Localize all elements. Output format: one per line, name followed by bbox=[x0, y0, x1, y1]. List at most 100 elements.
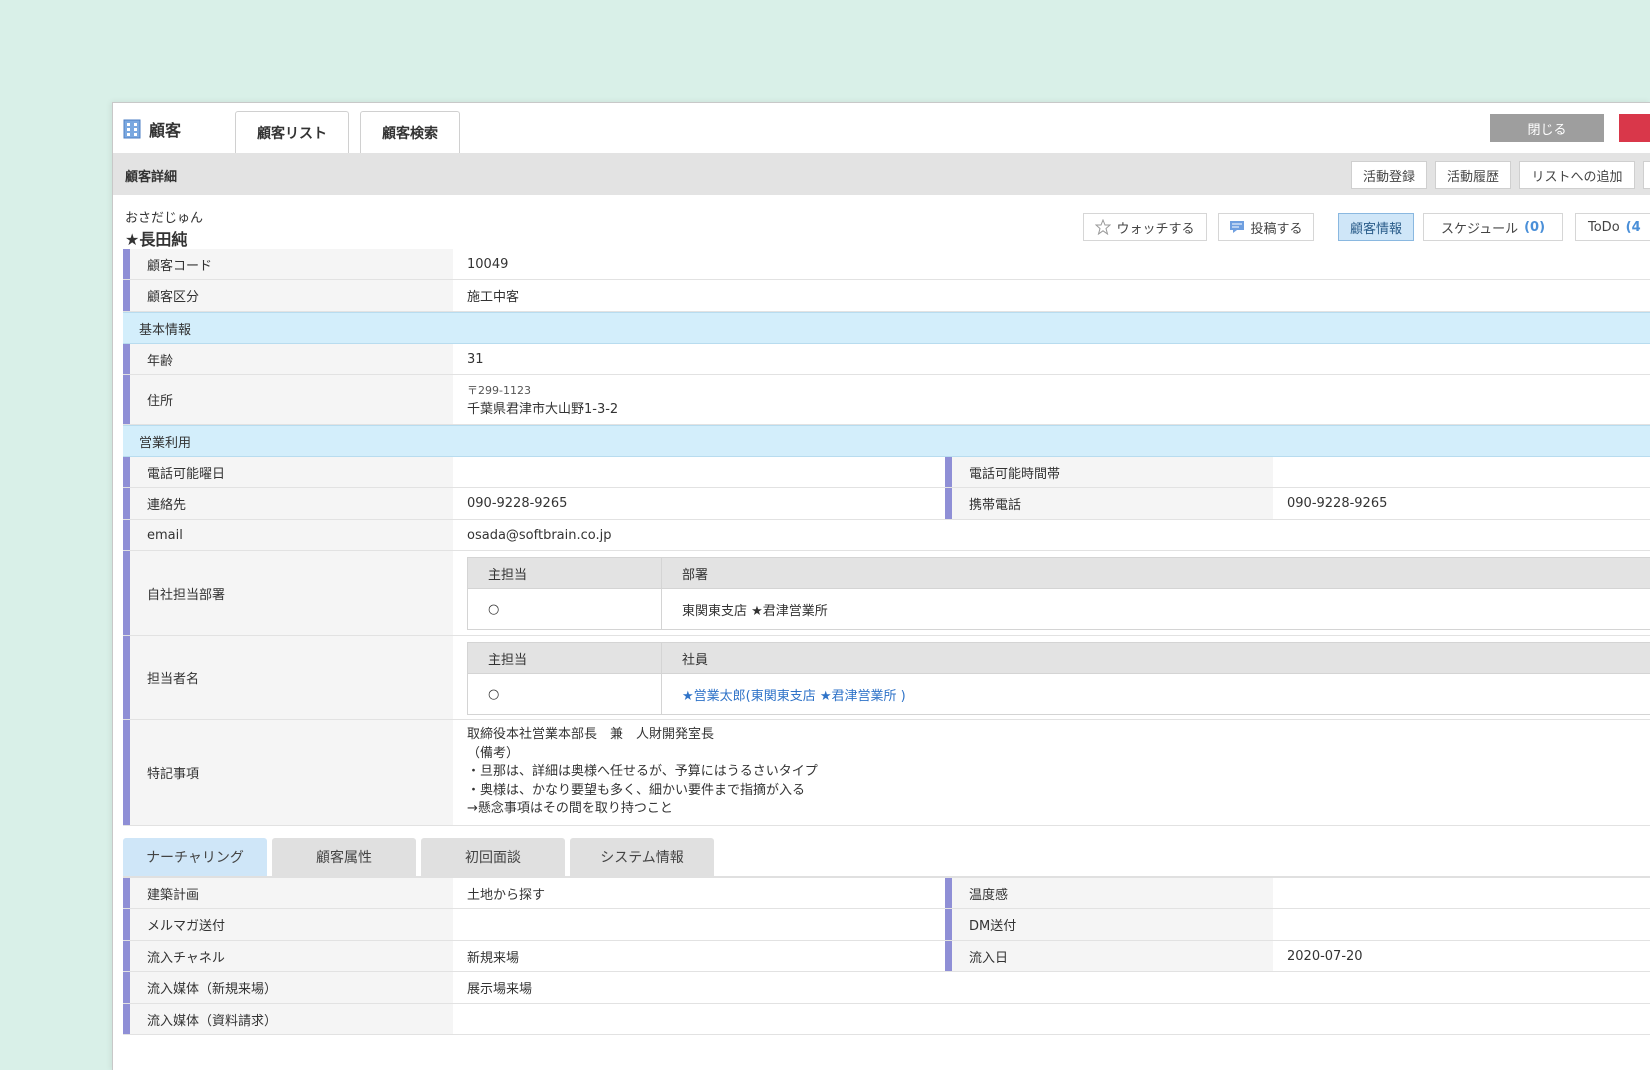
field-label: 担当者名 bbox=[123, 636, 453, 719]
subtable-header-cell: 主担当 bbox=[468, 558, 662, 588]
zip-code: 〒299-1123 bbox=[467, 384, 531, 397]
customer-code-value: 10049 bbox=[467, 256, 509, 272]
field-label: 年齢 bbox=[123, 344, 453, 374]
field-label: 連絡先 bbox=[123, 488, 453, 519]
table-row: メルマガ送付 DM送付 bbox=[123, 909, 1650, 941]
table-row: email osada@softbrain.co.jp bbox=[123, 520, 1650, 551]
tab-system-info[interactable]: システム情報 bbox=[570, 838, 714, 876]
address-text: 千葉県君津市大山野1-3-2 bbox=[467, 402, 619, 417]
star-icon bbox=[1095, 219, 1112, 235]
tab-first-meeting[interactable]: 初回面談 bbox=[421, 838, 565, 876]
field-label: 電話可能曜日 bbox=[123, 457, 453, 487]
post-button[interactable]: 投稿する bbox=[1218, 213, 1314, 241]
add-to-list-button[interactable]: リストへの追加 bbox=[1519, 161, 1635, 189]
watch-button[interactable]: ウォッチする bbox=[1083, 213, 1207, 241]
table-row: 電話可能曜日 電話可能時間帯 bbox=[123, 457, 1650, 488]
customer-info-button[interactable]: 顧客情報 bbox=[1338, 213, 1414, 241]
field-label: DM送付 bbox=[945, 909, 1273, 940]
field-label: 流入媒体（新規来場） bbox=[123, 972, 453, 1003]
call-time-value bbox=[1273, 457, 1650, 487]
field-label: email bbox=[123, 520, 453, 550]
subtable-header-cell: 社員 bbox=[682, 652, 709, 668]
field-label: 電話可能時間帯 bbox=[945, 457, 1273, 487]
schedule-count: (0) bbox=[1524, 219, 1546, 235]
building-icon bbox=[123, 119, 141, 139]
notes-line: →懸念事項はその間を取り持つこと bbox=[467, 801, 673, 817]
table-row: 年齢 31 bbox=[123, 344, 1650, 375]
field-label: 顧客コード bbox=[123, 249, 453, 279]
todo-count: (4 bbox=[1625, 219, 1641, 235]
table-row: 担当者名 主担当 社員 ○ ★営業太郎(東関東支店 ★君津営業所 ) bbox=[123, 636, 1650, 720]
email-value: osada@softbrain.co.jp bbox=[467, 527, 612, 543]
table-row: 特記事項 取締役本社営業本部長 兼 人財開発室長 （備考） ・旦那は、詳細は奥様… bbox=[123, 720, 1650, 826]
table-row: 自社担当部署 主担当 部署 ○ 東関東支店 ★君津営業所 bbox=[123, 551, 1650, 636]
app-title: 顧客 bbox=[123, 117, 181, 141]
notes-line: ・旦那は、詳細は奥様へ任せるが、予算にはうるさいタイプ bbox=[467, 764, 818, 780]
table-row: 住所 〒299-1123 千葉県君津市大山野1-3-2 bbox=[123, 375, 1650, 425]
post-label: 投稿する bbox=[1250, 221, 1303, 237]
age-value: 31 bbox=[467, 351, 484, 367]
temp-value bbox=[1273, 878, 1650, 908]
tab-customer-search[interactable]: 顧客検索 bbox=[360, 111, 460, 153]
customer-window: 顧客 顧客リスト 顧客検索 閉じる 顧客詳細 活動登録 活動履歴 リストへの追加… bbox=[112, 102, 1650, 1070]
dept-main-flag: ○ bbox=[468, 589, 662, 629]
table-row: 流入媒体（資料請求） bbox=[123, 1004, 1650, 1035]
mobile-value: 090-9228-9265 bbox=[1287, 496, 1388, 511]
customer-name: ★長田純 bbox=[125, 230, 188, 249]
department-subtable: 主担当 部署 ○ 東関東支店 ★君津営業所 bbox=[467, 557, 1650, 630]
customer-type-value: 施工中客 bbox=[467, 290, 520, 305]
app-title-text: 顧客 bbox=[149, 121, 182, 140]
table-row: 顧客区分 施工中客 bbox=[123, 280, 1650, 312]
notes-value: 取締役本社営業本部長 兼 人財開発室長 （備考） ・旦那は、詳細は奥様へ任せるが… bbox=[453, 720, 1650, 825]
date-value: 2020-07-20 bbox=[1287, 948, 1363, 964]
notes-line: ・奥様は、かなり要望も多く、細かい要件まで指摘が入る bbox=[467, 782, 806, 798]
activity-register-button[interactable]: 活動登録 bbox=[1351, 161, 1427, 189]
section-title: 顧客詳細 bbox=[125, 170, 178, 185]
notes-line: 取締役本社営業本部長 兼 人財開発室長 bbox=[467, 727, 715, 743]
subtable-header: 主担当 部署 bbox=[468, 558, 1650, 589]
field-label: 自社担当部署 bbox=[123, 551, 453, 635]
subtable-row: ○ 東関東支店 ★君津営業所 bbox=[468, 589, 1650, 629]
section-bar: 顧客詳細 活動登録 活動履歴 リストへの追加 bbox=[113, 153, 1650, 195]
watch-label: ウォッチする bbox=[1116, 221, 1195, 237]
top-bar: 顧客 顧客リスト 顧客検索 閉じる bbox=[113, 103, 1650, 153]
customer-detail-table: 顧客コード 10049 顧客区分 施工中客 基本情報 年齢 31 住所 〒299… bbox=[123, 249, 1650, 1035]
schedule-button[interactable]: スケジュール (0) bbox=[1423, 213, 1563, 241]
red-action-button[interactable] bbox=[1619, 114, 1650, 142]
field-label: 建築計画 bbox=[123, 878, 453, 908]
bottom-tabs: ナーチャリング 顧客属性 初回面談 システム情報 bbox=[123, 826, 1650, 878]
table-row: 流入チャネル 新規来場 流入日 2020-07-20 bbox=[123, 941, 1650, 972]
group-sales-use: 営業利用 bbox=[123, 425, 1650, 457]
group-basic-info: 基本情報 bbox=[123, 312, 1650, 344]
field-label: 流入日 bbox=[945, 941, 1273, 971]
media-value: 展示場来場 bbox=[467, 982, 533, 997]
field-label: 特記事項 bbox=[123, 720, 453, 825]
field-label: 温度感 bbox=[945, 878, 1273, 908]
field-label: メルマガ送付 bbox=[123, 909, 453, 940]
address-value: 〒299-1123 千葉県君津市大山野1-3-2 bbox=[453, 375, 1650, 424]
close-button[interactable]: 閉じる bbox=[1490, 114, 1604, 142]
subtable-header-cell: 主担当 bbox=[468, 643, 662, 673]
subtable-header-cell: 部署 bbox=[682, 567, 709, 583]
schedule-label: スケジュール bbox=[1440, 221, 1519, 237]
tab-nurturing[interactable]: ナーチャリング bbox=[123, 838, 267, 876]
more-action-button[interactable] bbox=[1643, 161, 1650, 189]
staff-subtable: 主担当 社員 ○ ★営業太郎(東関東支店 ★君津営業所 ) bbox=[467, 642, 1650, 715]
staff-link[interactable]: ★営業太郎(東関東支店 ★君津営業所 ) bbox=[662, 674, 1650, 714]
field-label: 携帯電話 bbox=[945, 488, 1273, 519]
field-label: 住所 bbox=[123, 375, 453, 424]
media2-value bbox=[453, 1004, 1650, 1034]
subtable-row: ○ ★営業太郎(東関東支店 ★君津営業所 ) bbox=[468, 674, 1650, 714]
staff-main-flag: ○ bbox=[468, 674, 662, 714]
comment-icon bbox=[1230, 221, 1245, 233]
activity-history-button[interactable]: 活動履歴 bbox=[1435, 161, 1511, 189]
dm-value bbox=[1273, 909, 1650, 940]
todo-button[interactable]: ToDo (4 bbox=[1575, 213, 1650, 241]
dept-value: 東関東支店 ★君津営業所 bbox=[682, 603, 828, 619]
tab-customer-attributes[interactable]: 顧客属性 bbox=[272, 838, 416, 876]
field-label: 流入媒体（資料請求） bbox=[123, 1004, 453, 1034]
subtable-header: 主担当 社員 bbox=[468, 643, 1650, 674]
field-label: 顧客区分 bbox=[123, 280, 453, 311]
tab-customer-list[interactable]: 顧客リスト bbox=[235, 111, 349, 153]
table-row: 顧客コード 10049 bbox=[123, 249, 1650, 280]
